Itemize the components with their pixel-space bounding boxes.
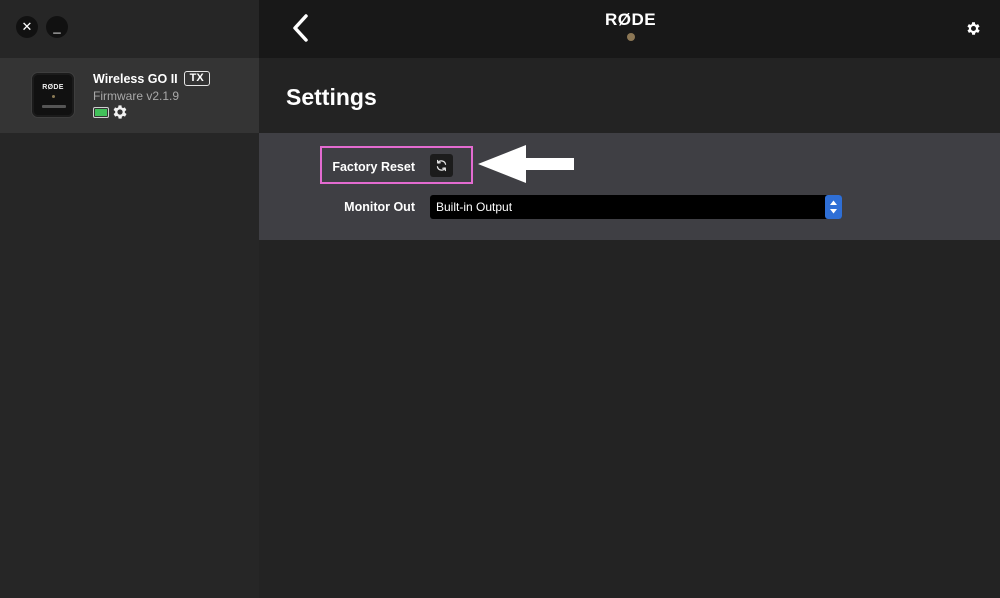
brand-logo-dot: [627, 33, 635, 41]
device-thumbnail: RØDE: [31, 72, 75, 118]
main-content: Settings Factory Reset Monitor Out Built…: [259, 58, 1000, 598]
device-name-row: Wireless GO II TX: [93, 71, 210, 86]
factory-reset-highlight-box: [320, 146, 473, 184]
page-title: Settings: [286, 84, 377, 110]
firmware-version: Firmware v2.1.9: [93, 89, 180, 103]
device-thumbnail-label: [42, 105, 66, 108]
device-settings-gear-icon[interactable]: [111, 103, 129, 121]
gear-icon[interactable]: [965, 20, 982, 37]
tx-badge: TX: [183, 71, 210, 86]
top-bar: RØDE: [259, 0, 1000, 58]
device-thumbnail-logo: RØDE: [42, 84, 64, 91]
annotation-arrow-icon: [478, 145, 574, 183]
select-chevrons-icon: [830, 200, 837, 214]
monitor-out-selected-value: Built-in Output: [436, 200, 513, 214]
close-window-button[interactable]: ✕: [16, 16, 38, 38]
monitor-out-select[interactable]: Built-in Output: [430, 195, 842, 219]
battery-icon: [93, 107, 109, 118]
device-name: Wireless GO II: [93, 71, 178, 86]
chevron-left-icon[interactable]: [289, 12, 313, 44]
minimize-window-button[interactable]: _: [46, 16, 68, 38]
battery-fill: [95, 109, 107, 116]
monitor-out-label: Monitor Out: [344, 200, 415, 214]
brand-logo: RØDE: [605, 10, 657, 29]
device-list-item[interactable]: RØDE Wireless GO II TX Firmware v2.1.9: [0, 58, 259, 133]
device-thumbnail-dot: [52, 95, 55, 98]
select-arrows-icon[interactable]: [825, 195, 842, 219]
app-window: ✕ _ RØDE Wireless GO II TX Firmware v2.1…: [0, 0, 1000, 598]
sidebar: ✕ _ RØDE Wireless GO II TX Firmware v2.1…: [0, 0, 259, 598]
